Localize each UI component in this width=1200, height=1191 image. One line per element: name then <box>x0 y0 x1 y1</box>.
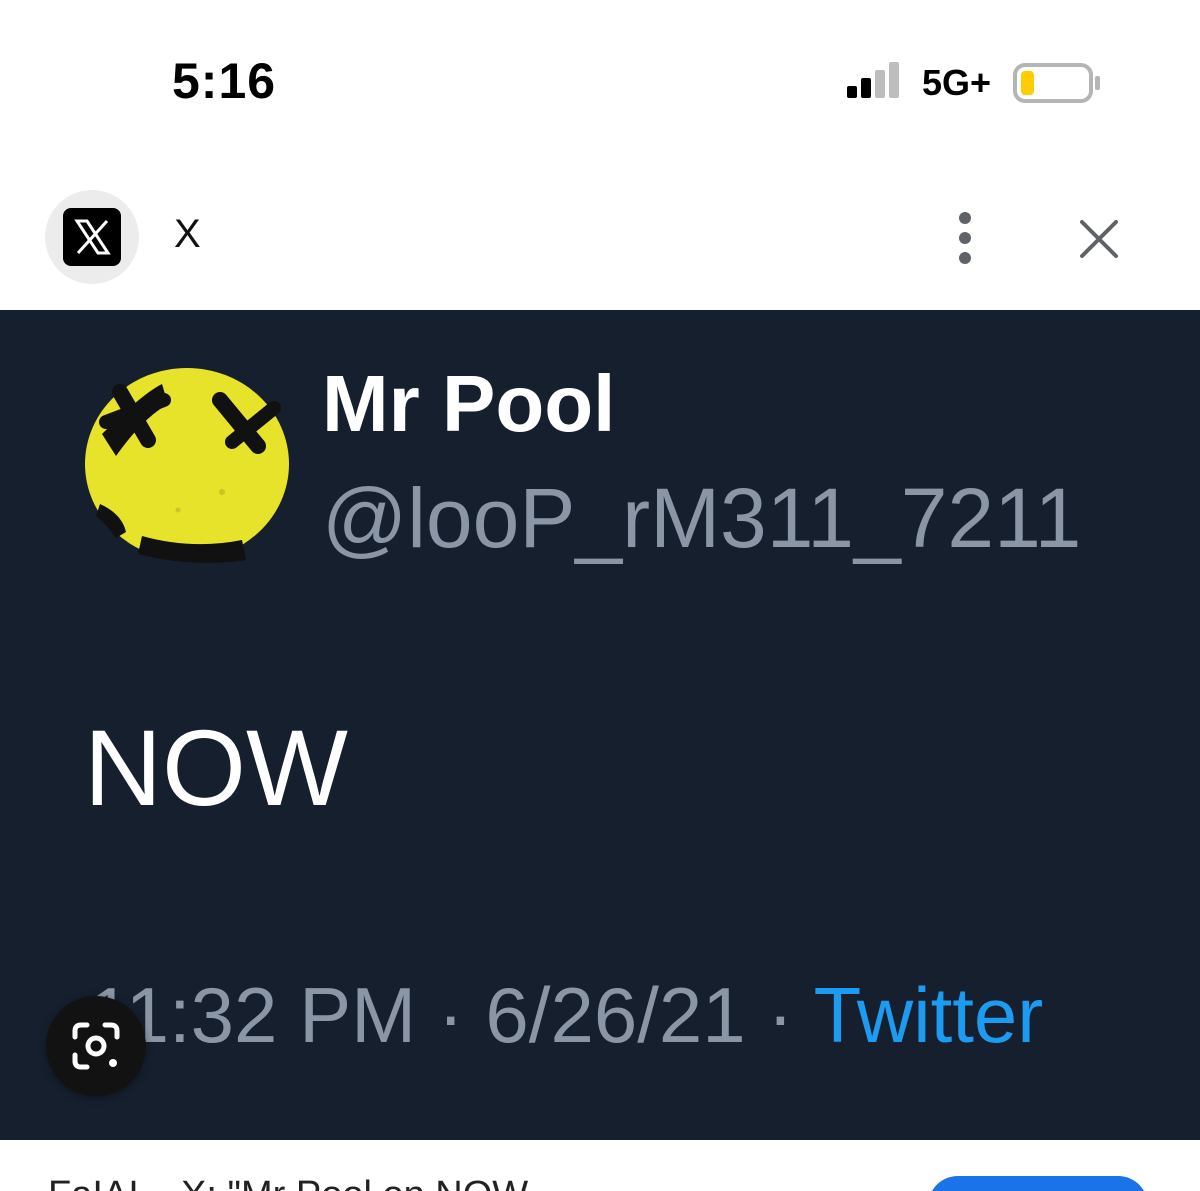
tweet-date: 6/26/21 <box>485 971 746 1059</box>
tweet-text: NOW <box>84 707 348 828</box>
network-type: 5G+ <box>922 62 992 103</box>
lens-button[interactable] <box>46 996 146 1096</box>
result-caption[interactable]: FaIAI... X: "Mr Pool on NOW <box>48 1174 528 1191</box>
result-caption-strip: FaIAI... X: "Mr Pool on NOW <box>0 1140 1200 1191</box>
battery-icon <box>1013 63 1100 103</box>
status-time: 5:16 <box>172 53 277 109</box>
tweet-image[interactable]: Mr Pool @looP_rM311_7211 NOW 11:32 PM · … <box>0 310 1200 1140</box>
tweet-handle: @looP_rM311_7211 <box>322 471 1082 565</box>
site-favicon[interactable] <box>45 190 139 284</box>
tweet-meta: 11:32 PM · 6/26/21 · Twitter <box>88 970 1043 1061</box>
signal-icon <box>847 62 899 98</box>
close-icon[interactable] <box>1074 214 1124 264</box>
status-bar: 5:16 5G+ <box>0 0 1200 160</box>
tweet-display-name: Mr Pool <box>322 359 616 448</box>
browser-header: X <box>0 160 1200 310</box>
avatar <box>85 368 289 563</box>
tweet-source: Twitter <box>813 971 1044 1059</box>
meta-separator: · <box>416 971 486 1059</box>
meta-separator: · <box>745 971 814 1059</box>
x-logo-icon <box>63 208 121 266</box>
more-vertical-icon[interactable] <box>940 210 990 266</box>
lens-search-icon <box>72 1022 120 1070</box>
visit-button[interactable] <box>928 1176 1148 1191</box>
site-title: X <box>174 212 201 256</box>
